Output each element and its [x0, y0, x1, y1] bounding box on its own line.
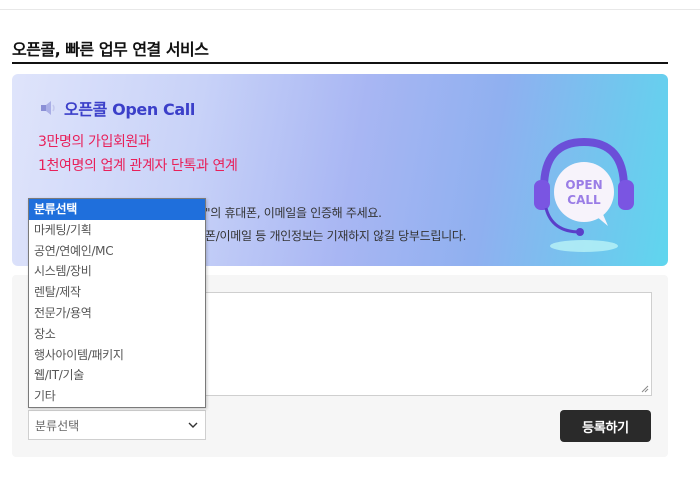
dropdown-option[interactable]: 시스템/장비: [29, 261, 205, 282]
title-underline: [12, 62, 668, 64]
resize-grip-icon[interactable]: [641, 385, 649, 393]
dropdown-option[interactable]: 웹/IT/기술: [29, 365, 205, 386]
dropdown-option[interactable]: 행사아이템/패키지: [29, 345, 205, 366]
badge-open-text: OPEN: [565, 178, 602, 192]
dropdown-option[interactable]: 전문가/용역: [29, 303, 205, 324]
chevron-down-icon: [188, 422, 198, 428]
dropdown-option[interactable]: 분류선택: [29, 199, 205, 220]
dropdown-option[interactable]: 장소: [29, 324, 205, 345]
notice-privacy: 폰/이메일 등 개인정보는 기재하지 않길 당부드립니다.: [205, 229, 467, 243]
submit-button[interactable]: 등록하기: [560, 410, 651, 442]
dropdown-option[interactable]: 공연/연예인/MC: [29, 241, 205, 262]
category-select-value: 분류선택: [35, 418, 80, 433]
badge-call-text: CALL: [567, 193, 601, 207]
brand-name: 오픈콜 Open Call: [64, 100, 195, 119]
speaker-icon: [41, 101, 55, 115]
top-divider: [0, 9, 700, 10]
headset-illustration: OPEN CALL: [534, 137, 634, 252]
section-title: 오픈콜, 빠른 업무 연결 서비스: [12, 40, 209, 59]
tagline-members: 3만명의 가입회원과: [38, 134, 151, 150]
dropdown-option[interactable]: 마케팅/기획: [29, 220, 205, 241]
category-select[interactable]: 분류선택: [28, 410, 206, 440]
category-dropdown-list[interactable]: 분류선택 마케팅/기획 공연/연예인/MC 시스템/장비 렌탈/제작 전문가/용…: [28, 198, 206, 408]
notice-verify: "의 휴대폰, 이메일을 인증해 주세요.: [205, 206, 382, 220]
dropdown-option[interactable]: 기타: [29, 386, 205, 407]
dropdown-option[interactable]: 렌탈/제작: [29, 282, 205, 303]
brand-row: 오픈콜 Open Call: [40, 96, 195, 120]
tagline-industry: 1천여명의 업계 관계자 단톡과 연계: [38, 158, 238, 174]
